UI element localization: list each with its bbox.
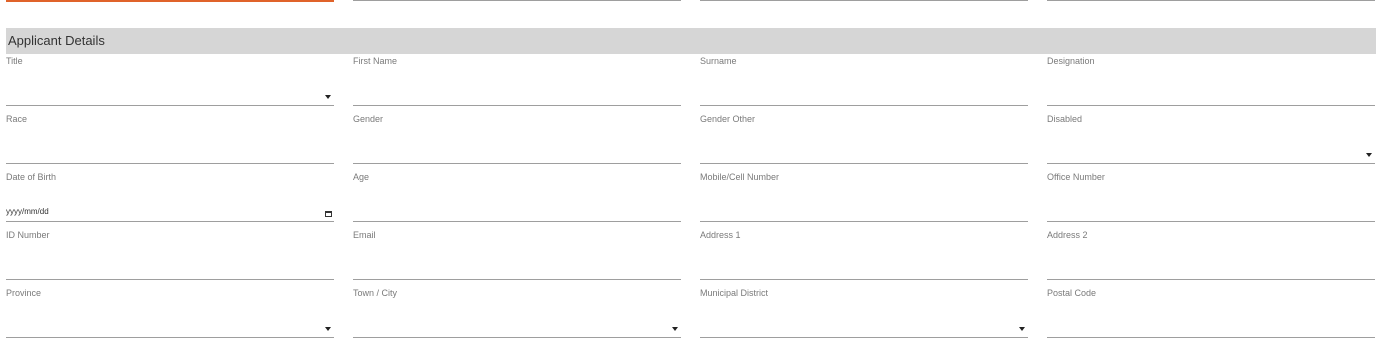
field-underline (700, 163, 1028, 164)
field-underline (353, 221, 681, 222)
municipal-district-label: Municipal District (700, 288, 769, 298)
province-select[interactable]: Province (6, 288, 334, 338)
field-underline (1047, 221, 1375, 222)
address-2-label: Address 2 (1047, 230, 1088, 240)
field-underline (700, 105, 1028, 106)
field-underline (700, 221, 1028, 222)
postal-code-input[interactable]: Postal Code (1047, 288, 1375, 338)
date-of-birth-input[interactable]: Date of Birth yyyy/mm/dd (6, 172, 334, 222)
race-input[interactable]: Race (6, 114, 334, 164)
prev-field-underline (700, 0, 1028, 1)
date-placeholder: yyyy/mm/dd (6, 207, 49, 216)
designation-label: Designation (1047, 56, 1095, 66)
email-label: Email (353, 230, 376, 240)
field-underline (1047, 279, 1375, 280)
prev-field-underline (1047, 0, 1375, 1)
section-title: Applicant Details (8, 33, 105, 48)
designation-input[interactable]: Designation (1047, 56, 1375, 106)
field-underline (700, 337, 1028, 338)
first-name-input[interactable]: First Name (353, 56, 681, 106)
disabled-select[interactable]: Disabled (1047, 114, 1375, 164)
age-input[interactable]: Age (353, 172, 681, 222)
title-select[interactable]: Title (6, 56, 334, 106)
dropdown-arrow-icon (1366, 153, 1372, 157)
address-1-label: Address 1 (700, 230, 741, 240)
field-underline (353, 279, 681, 280)
field-underline (1047, 105, 1375, 106)
mobile-number-label: Mobile/Cell Number (700, 172, 780, 182)
email-input[interactable]: Email (353, 230, 681, 280)
field-underline (700, 279, 1028, 280)
town-city-select[interactable]: Town / City (353, 288, 681, 338)
mobile-number-input[interactable]: Mobile/Cell Number (700, 172, 1028, 222)
address-2-input[interactable]: Address 2 (1047, 230, 1375, 280)
age-label: Age (353, 172, 370, 182)
field-underline (6, 163, 334, 164)
section-header-applicant-details: Applicant Details (6, 28, 1376, 54)
gender-input[interactable]: Gender (353, 114, 681, 164)
surname-input[interactable]: Surname (700, 56, 1028, 106)
field-underline (6, 279, 334, 280)
field-underline (6, 221, 334, 222)
first-name-label: First Name (353, 56, 398, 66)
field-underline (6, 105, 334, 106)
field-underline (353, 337, 681, 338)
dropdown-arrow-icon (325, 327, 331, 331)
gender-other-label: Gender Other (700, 114, 756, 124)
gender-label: Gender (353, 114, 384, 124)
dropdown-arrow-icon (672, 327, 678, 331)
field-underline (6, 337, 334, 338)
id-number-label: ID Number (6, 230, 50, 240)
office-number-label: Office Number (1047, 172, 1105, 182)
title-label: Title (6, 56, 23, 66)
field-underline (353, 163, 681, 164)
field-underline (353, 105, 681, 106)
field-underline (1047, 337, 1375, 338)
province-label: Province (6, 288, 42, 298)
field-underline (1047, 163, 1375, 164)
address-1-input[interactable]: Address 1 (700, 230, 1028, 280)
dropdown-arrow-icon (325, 95, 331, 99)
date-of-birth-label: Date of Birth (6, 172, 57, 182)
prev-field-underline (353, 0, 681, 1)
dropdown-arrow-icon (1019, 327, 1025, 331)
postal-code-label: Postal Code (1047, 288, 1097, 298)
gender-other-input[interactable]: Gender Other (700, 114, 1028, 164)
calendar-icon[interactable] (325, 211, 332, 217)
office-number-input[interactable]: Office Number (1047, 172, 1375, 222)
race-label: Race (6, 114, 28, 124)
disabled-label: Disabled (1047, 114, 1083, 124)
town-city-label: Town / City (353, 288, 398, 298)
prev-field-underline-active (6, 0, 334, 2)
municipal-district-select[interactable]: Municipal District (700, 288, 1028, 338)
id-number-input[interactable]: ID Number (6, 230, 334, 280)
surname-label: Surname (700, 56, 737, 66)
